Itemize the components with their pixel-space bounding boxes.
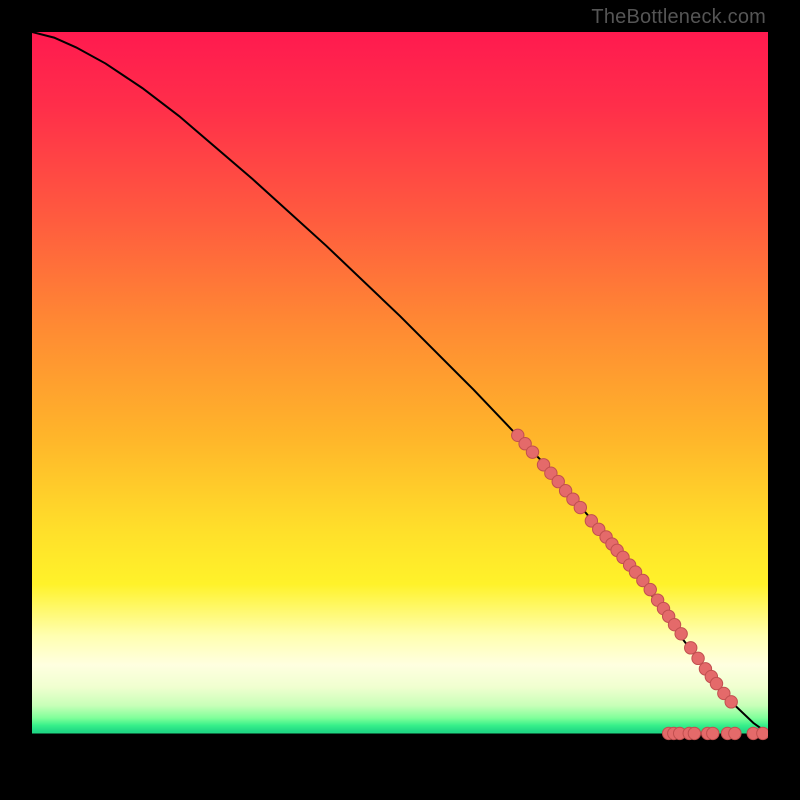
data-dot — [685, 642, 697, 654]
data-dot — [725, 696, 737, 708]
data-dot — [688, 727, 700, 739]
scatter-dots — [512, 429, 768, 740]
chart-frame: TheBottleneck.com — [0, 0, 800, 800]
chart-overlay — [32, 32, 768, 768]
watermark-text: TheBottleneck.com — [591, 6, 766, 29]
data-dot — [729, 727, 741, 739]
data-dot — [757, 727, 768, 739]
curve-line — [32, 32, 768, 733]
data-dot — [692, 652, 704, 664]
data-dot — [526, 446, 538, 458]
data-dot — [644, 583, 656, 595]
plot-area — [32, 32, 768, 768]
data-dot — [574, 501, 586, 513]
data-dot — [675, 628, 687, 640]
data-dot — [707, 727, 719, 739]
curve-path — [32, 32, 768, 733]
